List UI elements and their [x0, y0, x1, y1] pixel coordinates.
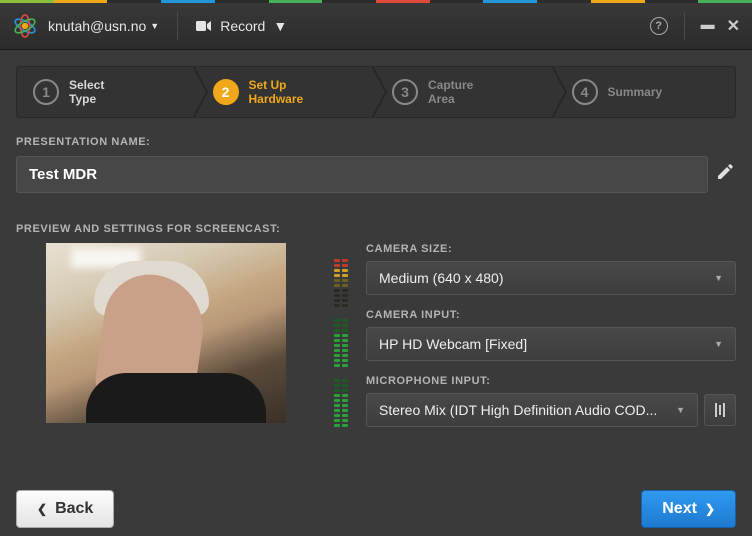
step-number: 4 [572, 79, 598, 105]
microphone-settings-button[interactable] [704, 394, 736, 426]
record-label: Record [220, 18, 265, 34]
step-number: 3 [392, 79, 418, 105]
app-logo [12, 13, 38, 39]
step-capture-area[interactable]: 3 Capture Area [376, 67, 556, 117]
audio-meters [328, 243, 354, 441]
back-button[interactable]: ❮ Back [16, 490, 114, 528]
step-label: Set Up [249, 78, 304, 92]
caret-down-icon: ▼ [676, 405, 685, 415]
divider [177, 12, 178, 40]
help-icon[interactable]: ? [650, 17, 668, 35]
step-label: Select [69, 78, 104, 92]
step-label: Type [69, 92, 104, 106]
record-menu[interactable]: Record ▼ [196, 18, 287, 34]
topbar: knutah@usn.no ▼ Record ▼ ? ▬ ✕ [0, 3, 752, 50]
user-menu[interactable]: knutah@usn.no ▼ [48, 18, 159, 34]
camera-input-select[interactable]: HP HD Webcam [Fixed] ▼ [366, 327, 736, 361]
step-setup-hardware[interactable]: 2 Set Up Hardware [197, 67, 377, 117]
step-label: Hardware [249, 92, 304, 106]
window-color-strip [0, 0, 752, 3]
user-email: knutah@usn.no [48, 18, 146, 34]
next-button[interactable]: Next ❯ [641, 490, 736, 528]
caret-down-icon: ▼ [714, 339, 723, 349]
step-label: Summary [608, 85, 663, 99]
step-select-type[interactable]: 1 Select Type [17, 67, 197, 117]
step-label: Area [428, 92, 473, 106]
divider [684, 12, 685, 40]
camera-size-select[interactable]: Medium (640 x 480) ▼ [366, 261, 736, 295]
camera-input-label: CAMERA INPUT: [366, 309, 736, 321]
caret-down-icon: ▼ [714, 273, 723, 283]
wizard-steps: 1 Select Type 2 Set Up Hardware 3 Captur… [16, 66, 736, 118]
main-content: 1 Select Type 2 Set Up Hardware 3 Captur… [0, 50, 752, 457]
preview-section-label: PREVIEW AND SETTINGS FOR SCREENCAST: [16, 223, 736, 235]
presentation-name-label: PRESENTATION NAME: [16, 136, 736, 148]
step-label: Capture [428, 78, 473, 92]
minimize-button[interactable]: ▬ [701, 16, 715, 32]
caret-down-icon: ▼ [150, 21, 159, 31]
chevron-left-icon: ❮ [37, 502, 47, 516]
select-value: HP HD Webcam [Fixed] [379, 336, 527, 352]
presentation-name-input[interactable] [16, 156, 708, 193]
step-summary[interactable]: 4 Summary [556, 67, 736, 117]
camera-preview [46, 243, 286, 423]
footer: ❮ Back Next ❯ [16, 490, 736, 528]
button-label: Next [662, 500, 697, 518]
chevron-right-icon: ❯ [705, 502, 715, 516]
step-number: 1 [33, 79, 59, 105]
camera-icon [196, 20, 212, 32]
microphone-input-label: MICROPHONE INPUT: [366, 375, 736, 387]
select-value: Stereo Mix (IDT High Definition Audio CO… [379, 402, 657, 418]
button-label: Back [55, 500, 93, 518]
edit-icon[interactable] [716, 163, 736, 186]
select-value: Medium (640 x 480) [379, 270, 504, 286]
caret-down-icon: ▼ [273, 18, 287, 34]
camera-size-label: CAMERA SIZE: [366, 243, 736, 255]
step-number: 2 [213, 79, 239, 105]
close-button[interactable]: ✕ [727, 16, 740, 36]
microphone-input-select[interactable]: Stereo Mix (IDT High Definition Audio CO… [366, 393, 698, 427]
